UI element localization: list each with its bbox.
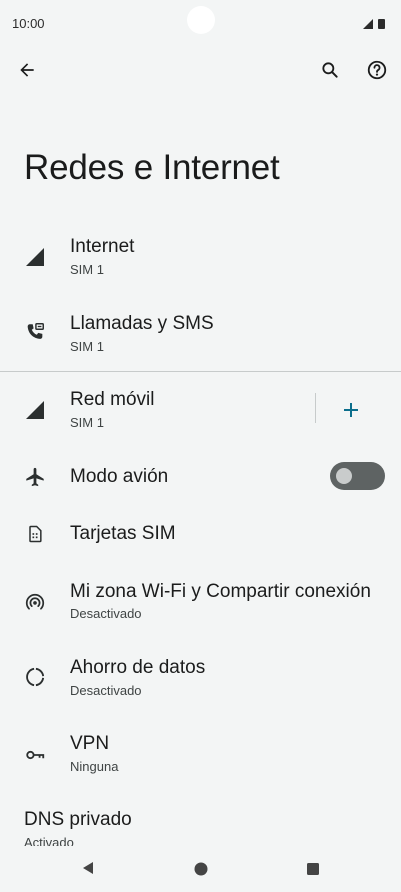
list-item-calls-sms[interactable]: Llamadas y SMS SIM 1 [0,307,401,367]
item-title: DNS privado [24,809,132,830]
nav-home-button[interactable] [187,855,215,883]
data-saver-icon [22,664,48,690]
search-button[interactable] [314,54,346,86]
item-title: VPN [70,733,110,754]
back-button[interactable] [11,54,43,86]
airplane-icon [22,464,48,490]
list-item-private-dns[interactable]: DNS privado Activado [0,806,401,846]
item-subtitle: Desactivado [70,683,142,698]
item-title: Red móvil [70,389,155,410]
signal-icon [22,244,48,270]
signal-status-icon [363,19,373,29]
back-arrow-icon [20,63,34,77]
page-title: Redes e Internet [24,148,280,187]
square-recents-icon [307,863,319,875]
item-subtitle: Desactivado [70,606,142,621]
item-subtitle: SIM 1 [70,339,104,354]
item-subtitle: SIM 1 [70,262,104,277]
camera-cutout [187,6,215,34]
status-time: 10:00 [12,16,45,31]
item-subtitle: SIM 1 [70,415,104,430]
item-subtitle: Ninguna [70,759,119,774]
list-item-sim-cards[interactable]: Tarjetas SIM [0,515,401,555]
top-app-bar [0,50,401,94]
toggle-knob [336,468,352,484]
circle-home-icon [194,862,208,876]
list-item-vpn[interactable]: VPN Ninguna [0,730,401,790]
item-title: Tarjetas SIM [70,523,176,544]
sim-card-icon [22,521,48,547]
plus-icon [344,403,358,417]
item-title: Llamadas y SMS [70,313,214,334]
vpn-key-icon [22,742,48,768]
triangle-back-icon [83,862,93,874]
list-item-hotspot[interactable]: Mi zona Wi-Fi y Compartir conexión Desac… [0,575,401,635]
signal-icon [22,397,48,423]
hotspot-icon [22,589,48,615]
item-subtitle: Activado [24,835,74,846]
item-title: Internet [70,236,135,257]
section-divider [0,371,401,372]
nav-back-button[interactable] [74,854,102,882]
calls-sms-icon [22,319,48,345]
vertical-separator [315,393,316,423]
add-network-button[interactable] [335,394,367,426]
search-icon [322,62,338,78]
list-item-internet[interactable]: Internet SIM 1 [0,230,401,290]
status-bar: 10:00 [0,0,401,48]
item-title: Mi zona Wi-Fi y Compartir conexión [70,581,371,602]
list-item-data-saver[interactable]: Ahorro de datos Desactivado [0,652,401,712]
battery-icon [378,19,385,29]
item-title: Ahorro de datos [70,657,206,678]
item-title: Modo avión [70,466,169,487]
help-button[interactable] [361,54,393,86]
status-icons [363,17,387,29]
airplane-mode-toggle[interactable] [330,462,385,490]
nav-recents-button[interactable] [299,855,327,883]
navigation-bar [0,846,401,892]
help-icon [367,60,387,80]
